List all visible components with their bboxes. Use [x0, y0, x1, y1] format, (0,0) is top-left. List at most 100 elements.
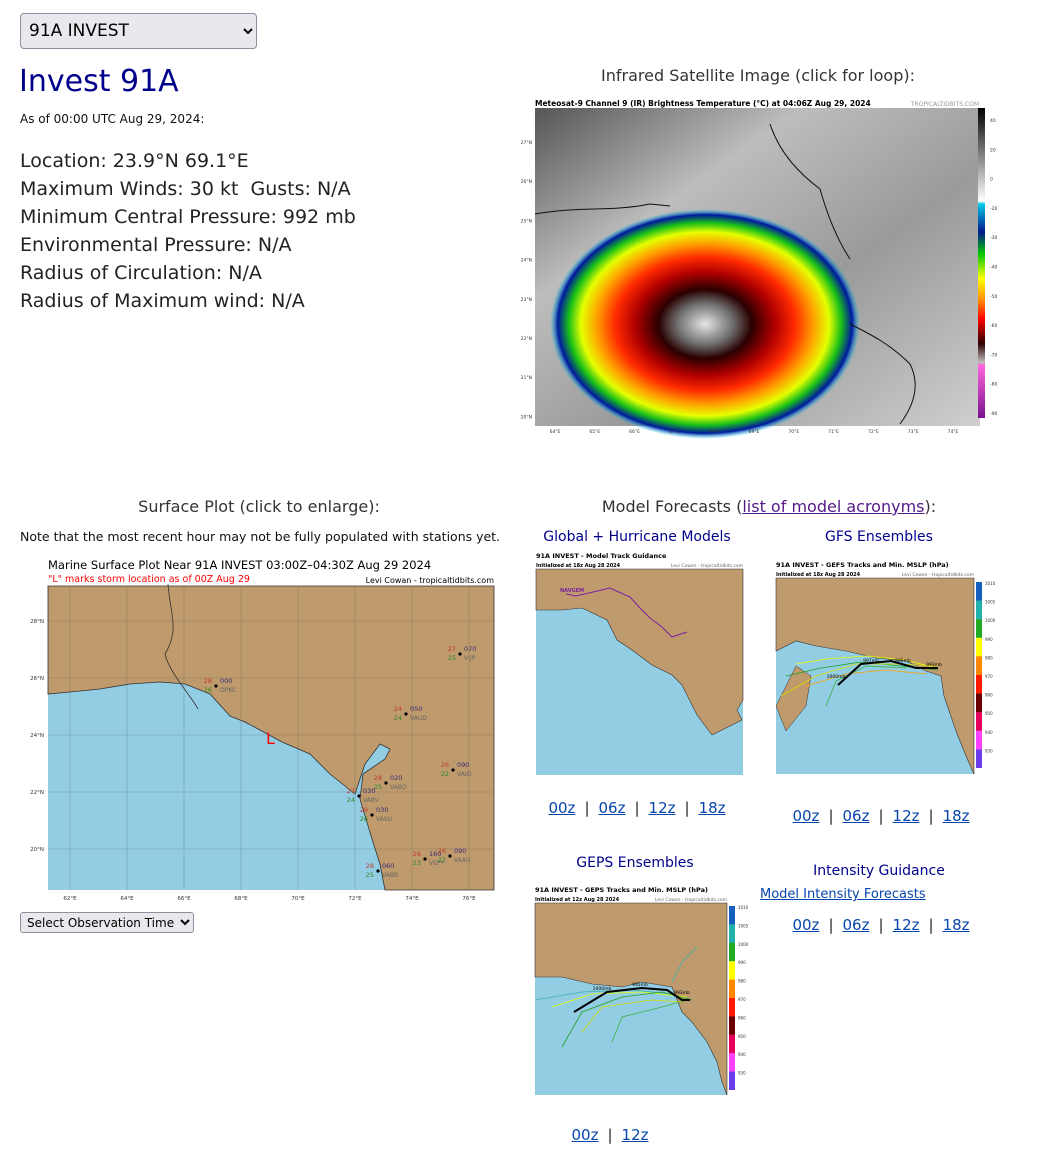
gefs-run-link-06z[interactable]: 06z [843, 807, 870, 825]
colorbar-segment [976, 582, 982, 601]
station-dewpoint: 24 [347, 796, 355, 804]
station-dewpoint: 25 [366, 871, 374, 879]
model-forecasts-heading: Model Forecasts (list of model acronyms)… [520, 497, 1018, 516]
station-temperature: 28 [366, 862, 374, 870]
satellite-colorbar [978, 108, 985, 418]
satellite-lat-label: 25°N [521, 218, 532, 224]
global-models-init: Initialized at 18z Aug 28 2024 [536, 563, 621, 569]
geps-init: Initialized at 12z Aug 28 2024 [535, 897, 620, 903]
colorbar-label: 970 [738, 997, 746, 1002]
as-of-timestamp: As of 00:00 UTC Aug 29, 2024: [20, 112, 205, 126]
colorbar-label: 930 [738, 1071, 746, 1076]
station-dewpoint: 22 [438, 856, 446, 864]
satellite-lon-label: 65°E [589, 429, 600, 435]
global-models-credit: Levi Cowan - tropicaltidbits.com [671, 563, 743, 569]
model-acronyms-link[interactable]: list of model acronyms [742, 497, 924, 516]
satellite-lon-label: 71°E [828, 429, 839, 435]
storm-cloud-mass [550, 209, 860, 439]
max-winds-text: Maximum Winds: 30 kt Gusts: N/A [20, 178, 351, 200]
satellite-lon-label: 67°E [669, 429, 680, 435]
surface-lat-label: 28°N [30, 619, 44, 625]
location-text: Location: 23.9°N 69.1°E [20, 150, 249, 172]
station-temperature: 28 [204, 677, 212, 685]
global-run-link-18z[interactable]: 18z [699, 799, 726, 817]
global-run-link-12z[interactable]: 12z [649, 799, 676, 817]
station-dot [448, 854, 452, 858]
colorbar-segment [729, 1016, 735, 1035]
surface-heading: Surface Plot (click to enlarge): [138, 497, 380, 516]
global-models-image[interactable]: 91A INVEST - Model Track Guidance Initia… [522, 550, 752, 780]
satellite-lon-label: 70°E [788, 429, 799, 435]
station-dot [451, 768, 455, 772]
station-dot [376, 869, 380, 873]
min-pressure-text: Minimum Central Pressure: 992 mb [20, 206, 356, 228]
satellite-colorbar-label: -40 [990, 265, 997, 271]
surface-plot-title: Marine Surface Plot Near 91A INVEST 03:0… [48, 558, 431, 572]
gefs-init: Initialized at 18z Aug 28 2024 [776, 572, 861, 578]
run-separator: | [584, 799, 590, 817]
gefs-image-title: 91A INVEST - GEFS Tracks and Min. MSLP (… [776, 561, 949, 569]
colorbar-label: 930 [985, 748, 993, 753]
geps-run-link-00z[interactable]: 00z [572, 1126, 599, 1144]
satellite-lat-label: 27°N [521, 140, 532, 146]
station-dot [423, 857, 427, 861]
station-id: VABO [390, 784, 407, 791]
station-dewpoint: 26 [204, 686, 212, 694]
global-run-link-00z[interactable]: 00z [548, 799, 575, 817]
gefs-runs: 00z | 06z | 12z | 18z [766, 807, 996, 825]
satellite-image[interactable]: Meteosat-9 Channel 9 (IR) Brightness Tem… [520, 94, 1000, 440]
surface-lon-label: 66°E [177, 896, 191, 902]
station-id: VABB [382, 872, 398, 879]
gefs-pressure-label: 995mb [895, 658, 911, 664]
storm-location-marker: L [266, 729, 275, 748]
colorbar-segment [729, 906, 735, 925]
satellite-colorbar-label: 20 [990, 147, 996, 153]
station-wind: 090 [454, 847, 466, 855]
intensity-run-link-00z[interactable]: 00z [792, 916, 819, 934]
surface-lon-label: 62°E [63, 896, 77, 902]
navgem-label: NAVGEM [560, 588, 584, 594]
storm-select[interactable]: 91A INVEST [20, 13, 257, 49]
satellite-lon-label: 68°E [709, 429, 720, 435]
surface-plot-image[interactable]: Marine Surface Plot Near 91A INVEST 03:0… [20, 554, 500, 906]
intensity-run-link-12z[interactable]: 12z [893, 916, 920, 934]
satellite-heading: Infrared Satellite Image (click for loop… [601, 66, 915, 85]
gefs-image[interactable]: 91A INVEST - GEFS Tracks and Min. MSLP (… [766, 556, 1006, 780]
model-forecasts-heading-suffix: ): [924, 497, 937, 516]
gefs-run-link-18z[interactable]: 18z [943, 807, 970, 825]
intensity-run-link-06z[interactable]: 06z [843, 916, 870, 934]
station-dot [384, 781, 388, 785]
geps-image[interactable]: 91A INVEST - GEPS Tracks and Min. MSLP (… [522, 882, 762, 1100]
colorbar-label: 980 [985, 655, 993, 660]
colorbar-label: 940 [985, 730, 993, 735]
model-intensity-forecasts-link[interactable]: Model Intensity Forecasts [760, 887, 926, 902]
gefs-run-link-00z[interactable]: 00z [792, 807, 819, 825]
colorbar-segment [729, 942, 735, 962]
station-id: VAID [457, 771, 472, 778]
satellite-colorbar-label: -30 [990, 235, 997, 241]
geps-title: GEPS Ensembles [576, 855, 694, 871]
satellite-lat-label: 22°N [521, 336, 532, 342]
colorbar-label: 1010 [738, 905, 749, 910]
storm-title: Invest 91A [19, 64, 179, 99]
satellite-lon-label: 72°E [868, 429, 879, 435]
global-run-link-06z[interactable]: 06z [599, 799, 626, 817]
colorbar-segment [976, 619, 982, 638]
run-separator: | [684, 799, 690, 817]
geps-pressure-label: 1000mb [593, 986, 612, 992]
gefs-run-link-12z[interactable]: 12z [893, 807, 920, 825]
colorbar-label: 1010 [985, 581, 996, 586]
surface-lon-label: 64°E [120, 896, 134, 902]
station-wind: 050 [410, 705, 422, 713]
colorbar-segment [729, 1034, 735, 1054]
satellite-colorbar-label: -50 [990, 294, 997, 300]
intensity-run-link-18z[interactable]: 18z [943, 916, 970, 934]
geps-image-title: 91A INVEST - GEPS Tracks and Min. MSLP (… [535, 886, 708, 894]
satellite-lon-label: 73°E [908, 429, 919, 435]
observation-time-select[interactable]: Select Observation Time... [20, 912, 194, 933]
colorbar-label: 980 [738, 979, 746, 984]
geps-run-link-12z[interactable]: 12z [622, 1126, 649, 1144]
colorbar-label: 950 [738, 1034, 746, 1039]
geps-pressure-label: 993mb [674, 990, 690, 996]
gefs-title: GFS Ensembles [825, 529, 933, 545]
